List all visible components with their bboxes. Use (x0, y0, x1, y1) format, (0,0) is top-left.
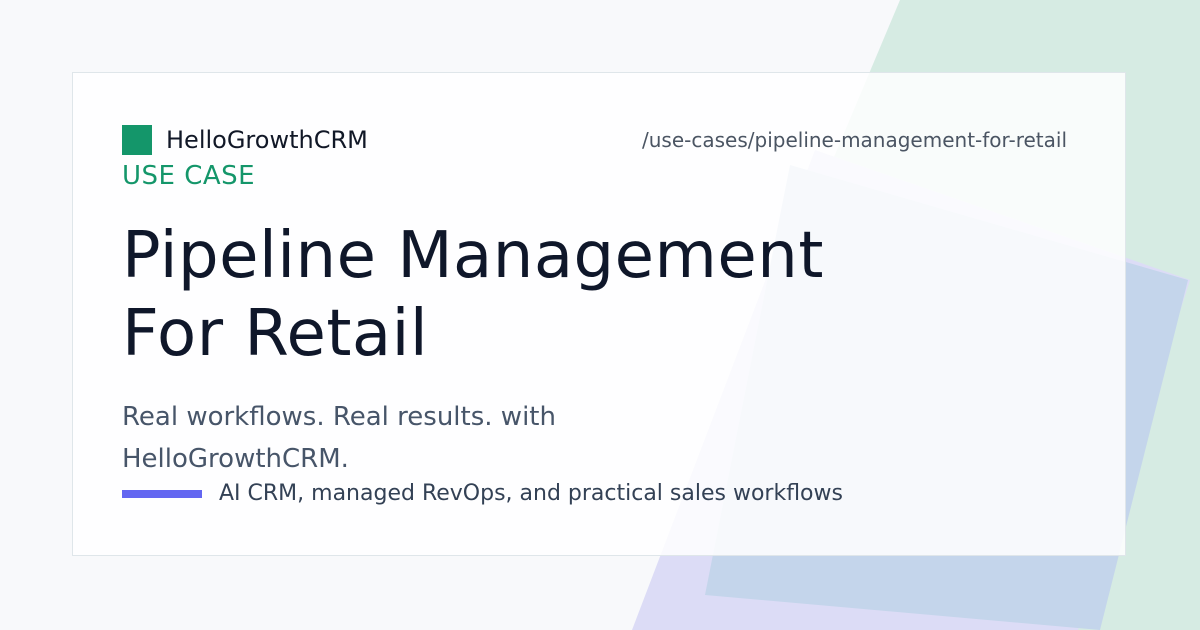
eyebrow-label: USE CASE (122, 161, 256, 191)
subtitle-line-2: HelloGrowthCRM. (122, 444, 349, 474)
accent-bar (122, 490, 202, 498)
brand-logo-icon (122, 125, 152, 155)
content-card: HelloGrowthCRM /use-cases/pipeline-manag… (72, 72, 1126, 556)
subtitle-line-1: Real workflows. Real results. with (122, 402, 556, 432)
page-path: /use-cases/pipeline-management-for-retai… (642, 128, 1067, 152)
page-title: Pipeline Management For Retail (122, 217, 942, 373)
brand-name: HelloGrowthCRM (166, 126, 368, 154)
subtitle: Real workflows. Real results. with Hello… (122, 396, 682, 480)
page-title-line-2: For Retail (122, 297, 429, 371)
page-title-line-1: Pipeline Management (122, 219, 824, 293)
tagline: AI CRM, managed RevOps, and practical sa… (219, 481, 843, 506)
